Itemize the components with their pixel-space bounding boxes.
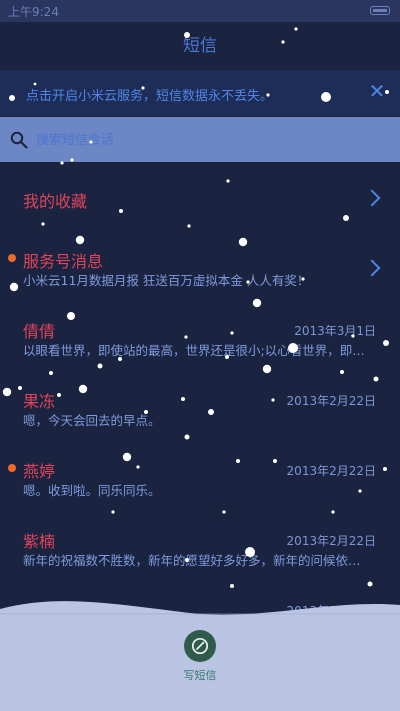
conversation-item[interactable]: 果冻 2013年2月22日 嗯，今天会回去的早点。 (0, 380, 400, 432)
search-icon (10, 131, 28, 149)
message-date: 2013年3月1日 (294, 324, 376, 338)
conversation-item[interactable]: 紫楠 2013年2月22日 新年的祝福数不胜数，新年的愿望好多好多，新年的问候依… (0, 520, 400, 572)
message-preview: 嗯。收到啦。同乐同乐。 (23, 483, 161, 498)
status-bar: 上午9:24 (0, 0, 400, 22)
message-preview: 嗯，今天会回去的早点。 (23, 413, 161, 428)
compose-icon (191, 637, 209, 655)
search-bar[interactable] (0, 117, 400, 162)
unread-dot (8, 464, 16, 472)
contact-name: 果冻 (23, 392, 56, 411)
conversation-item[interactable]: 倩倩 2013年3月1日 以眼看世界，即使站的最高，世界还是很小;以心看世界，即… (0, 310, 400, 362)
contact-name: 燕婷 (23, 462, 56, 481)
message-date: 2013年2月22日 (286, 464, 376, 478)
cloud-banner-text[interactable]: 点击开启小米云服务，短信数据永不丢失。 (26, 85, 273, 104)
service-messages-preview: 小米云11月数据月报 狂送百万虚拟本金 人人有奖！ (23, 273, 310, 288)
contact-name: 倩倩 (23, 322, 56, 341)
status-time: 上午9:24 (8, 5, 59, 19)
page-title: 短信 (183, 36, 217, 56)
service-messages-row[interactable]: 服务号消息 小米云11月数据月报 狂送百万虚拟本金 人人有奖！ (0, 240, 400, 292)
chevron-right-icon (363, 189, 381, 207)
cloud-banner[interactable]: 点击开启小米云服务，短信数据永不丢失。 ✕ (0, 70, 400, 116)
compose-label[interactable]: 写短信 (0, 667, 400, 683)
message-date: 2013年2月22日 (286, 394, 376, 408)
battery-icon (370, 6, 390, 15)
service-messages-title: 服务号消息 (23, 252, 104, 271)
message-preview: 新年的祝福数不胜数，新年的愿望好多好多，新年的问候依… (23, 553, 361, 568)
bottom-bar: 写短信 (0, 591, 400, 711)
favorites-row[interactable]: 我的收藏 (0, 176, 400, 220)
close-icon[interactable]: ✕ (364, 78, 390, 104)
contact-name: 紫楠 (23, 532, 56, 551)
message-date: 2013年2月22日 (286, 534, 376, 548)
compose-button[interactable] (184, 630, 216, 662)
conversation-item[interactable]: 燕婷 2013年2月22日 嗯。收到啦。同乐同乐。 (0, 450, 400, 502)
favorites-label: 我的收藏 (23, 192, 88, 211)
search-input[interactable] (34, 125, 378, 155)
message-preview: 以眼看世界，即使站的最高，世界还是很小;以心看世界，即… (23, 343, 365, 358)
unread-dot (8, 254, 16, 262)
